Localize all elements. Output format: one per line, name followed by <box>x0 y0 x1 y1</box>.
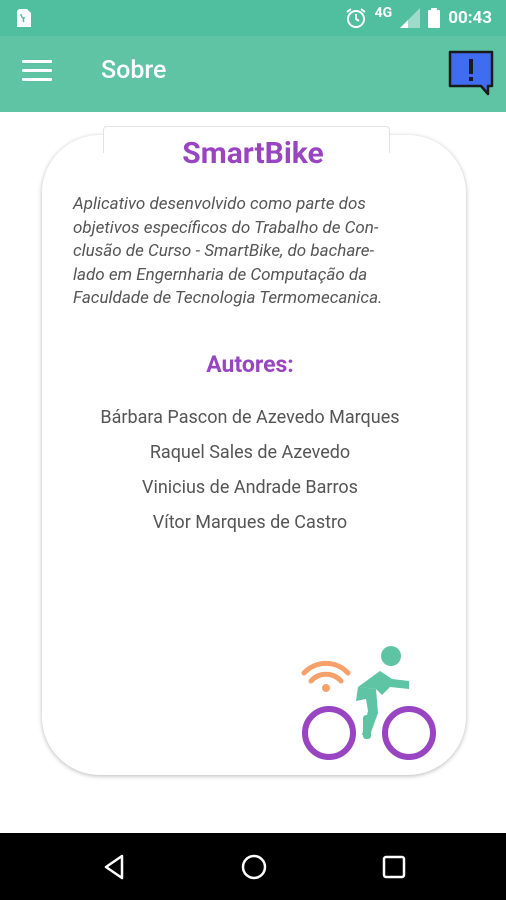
author-item: Bárbara Pascon de Azevedo Marques <box>100 407 400 428</box>
authors-heading: Autores: <box>206 351 294 378</box>
clock: 00:43 <box>448 8 492 28</box>
bike-rider-wifi-logo <box>301 646 436 760</box>
app-bar: Sobre <box>0 36 506 112</box>
feedback-exclamation-icon[interactable] <box>448 50 494 96</box>
author-item: Raquel Sales de Azevedo <box>149 442 351 463</box>
network-type: 4G <box>374 5 393 21</box>
description-line: Faculdade de Tecnologia Termomecanica. <box>73 288 383 308</box>
sim-card-icon <box>17 9 31 27</box>
app-description: Aplicativo desenvolvido como parte dos o… <box>73 193 443 311</box>
square-recents-icon[interactable] <box>379 852 409 882</box>
circle-home-icon[interactable] <box>239 852 269 882</box>
system-nav-bar <box>0 833 506 900</box>
wifi-icon <box>301 660 351 684</box>
app-name-heading: SmartBike <box>182 136 324 171</box>
triangle-back-icon[interactable] <box>100 852 130 882</box>
hamburger-menu-icon[interactable] <box>22 60 52 86</box>
description-line: Aplicativo desenvolvido como parte dos <box>73 194 366 214</box>
author-item: Vítor Marques de Castro <box>152 512 348 533</box>
battery-icon <box>428 8 441 28</box>
description-line: objetivos específicos do Trabalho de Con… <box>73 217 379 238</box>
description-line: lado em Engernharia de Computação da <box>73 264 368 285</box>
authors-list: Bárbara Pascon de Azevedo Marques Raquel… <box>0 405 500 545</box>
alarm-icon <box>346 8 366 28</box>
author-item: Vinicius de Andrade Barros <box>142 477 358 498</box>
page-title: Sobre <box>101 56 167 85</box>
status-bar: 4G 00:43 <box>0 0 506 36</box>
signal-icon <box>400 8 421 28</box>
description-line: clusão de Curso - SmartBike, do bachare- <box>73 241 375 261</box>
